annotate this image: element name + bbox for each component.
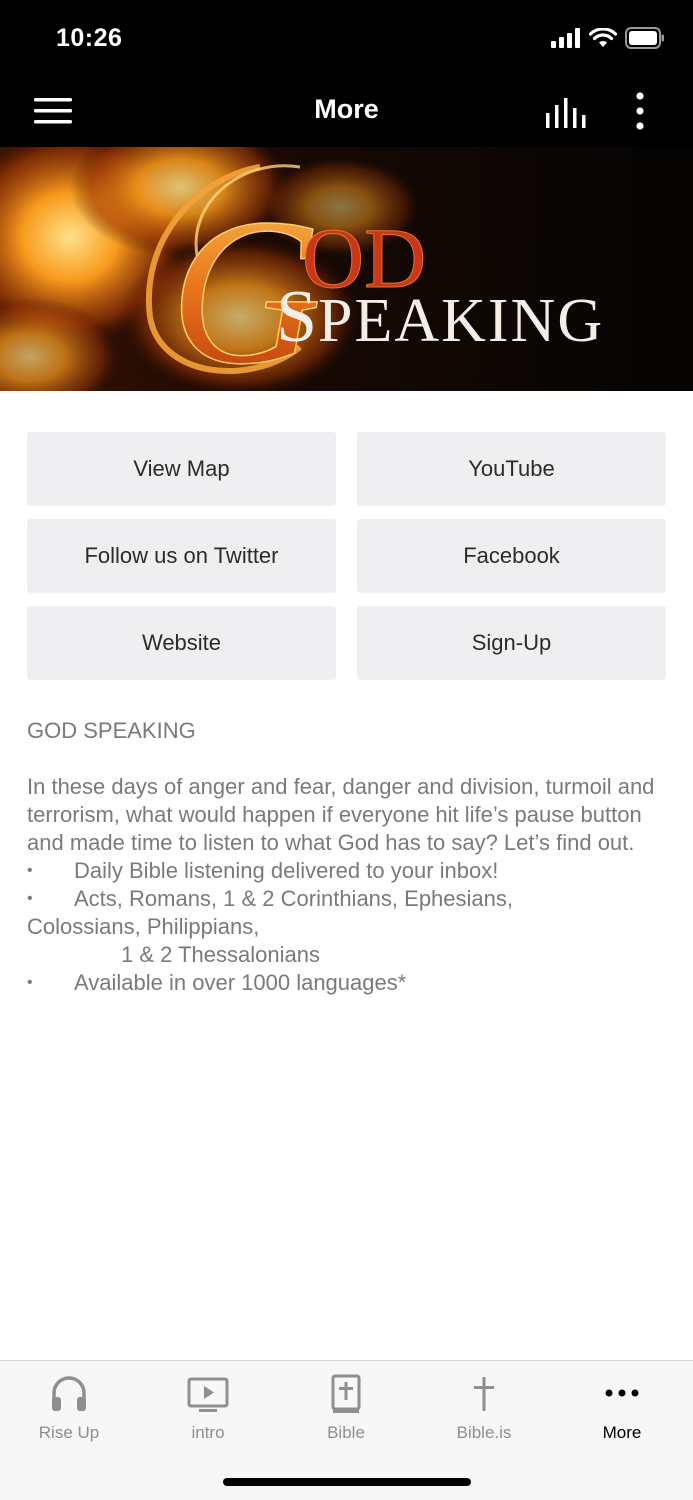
description-text: GOD SPEAKING In these days of anger and …	[27, 717, 672, 997]
tv-play-icon	[187, 1377, 229, 1412]
twitter-button[interactable]: Follow us on Twitter	[27, 519, 336, 592]
website-button[interactable]: Website	[27, 606, 336, 679]
status-icons	[551, 27, 665, 49]
bullet-text: Daily Bible listening delivered to your …	[74, 858, 499, 883]
banner-artwork: G OD S PEAKING	[0, 147, 693, 391]
tab-bible[interactable]: Bible	[277, 1373, 415, 1453]
bullet-marker: •	[27, 862, 33, 879]
signal-icon	[551, 28, 580, 48]
bullet-text: Acts, Romans, 1 & 2 Corinthians, Ephesia…	[74, 886, 513, 911]
bullet-marker: •	[27, 974, 33, 991]
facebook-button[interactable]: Facebook	[357, 519, 666, 592]
page-title: More	[314, 94, 379, 124]
bullet-text: Available in over 1000 languages*	[74, 970, 407, 995]
bullet-item: • Acts, Romans, 1 & 2 Corinthians, Ephes…	[27, 885, 672, 913]
home-indicator[interactable]	[223, 1478, 471, 1486]
cross-icon	[474, 1377, 494, 1411]
description-paragraph: In these days of anger and fear, danger …	[27, 774, 655, 855]
description-heading: GOD SPEAKING	[27, 718, 196, 743]
youtube-button[interactable]: YouTube	[357, 432, 666, 505]
headphones-icon	[52, 1376, 86, 1411]
navigation-bar: More	[0, 76, 693, 147]
tab-more[interactable]: More	[553, 1373, 691, 1453]
god-speaking-banner: G OD S PEAKING	[0, 147, 693, 391]
tab-label: Rise Up	[38, 1423, 100, 1442]
bullet-marker: •	[27, 890, 33, 907]
bullet-indented-line: 1 & 2 Thessalonians	[121, 942, 320, 967]
tab-bible-is[interactable]: Bible.is	[415, 1373, 553, 1453]
view-map-button[interactable]: View Map	[27, 432, 336, 505]
banner-word-peaking: PEAKING	[318, 287, 604, 355]
bible-book-icon	[331, 1374, 361, 1413]
audio-equalizer-icon[interactable]	[546, 98, 586, 128]
tab-rise-up[interactable]: Rise Up	[0, 1373, 138, 1453]
bullet-item: • Available in over 1000 languages*	[27, 969, 672, 997]
tab-label: Bible.is	[456, 1423, 512, 1442]
status-bar: 10:26	[0, 0, 693, 76]
tab-intro[interactable]: intro	[139, 1373, 277, 1453]
bullet-continuation: Colossians, Philippians,	[27, 914, 260, 939]
tab-label: Bible	[327, 1423, 365, 1442]
sign-up-button[interactable]: Sign-Up	[357, 606, 666, 679]
tab-label: intro	[191, 1423, 225, 1442]
battery-icon	[625, 27, 664, 49]
status-time: 10:26	[56, 24, 123, 52]
wifi-icon	[589, 28, 617, 47]
more-options-icon[interactable]	[630, 92, 650, 130]
link-buttons-grid: View Map YouTube Follow us on Twitter Fa…	[27, 432, 666, 679]
tab-label: More	[602, 1423, 642, 1442]
more-dots-icon	[605, 1389, 639, 1397]
banner-letter-s: S	[276, 276, 317, 358]
bullet-item: • Daily Bible listening delivered to you…	[27, 857, 672, 885]
